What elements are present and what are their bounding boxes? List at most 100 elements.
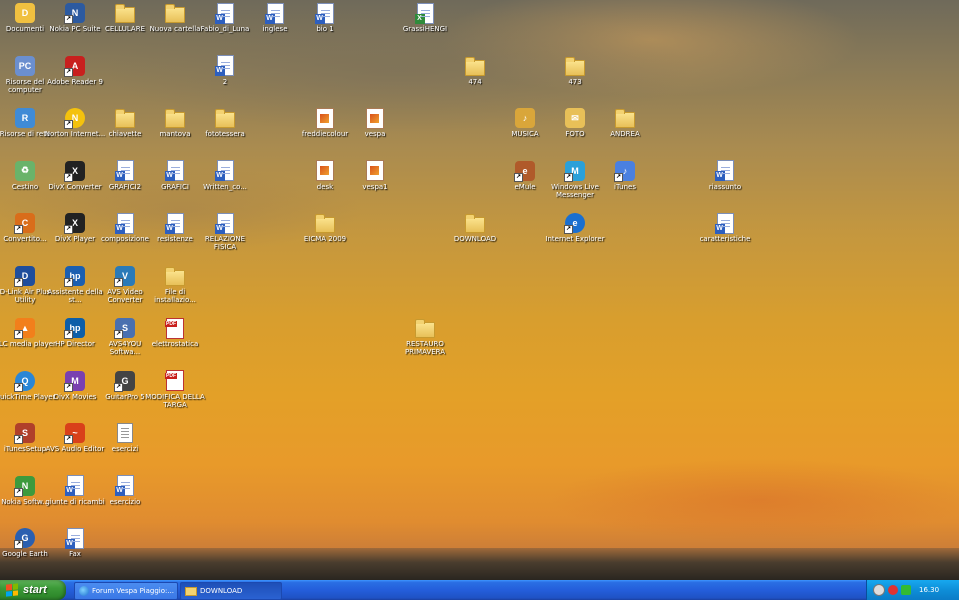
avs4you-icon: S ↗ bbox=[114, 317, 136, 339]
desktop-icon-label: esercizi bbox=[111, 445, 139, 453]
update-tray-icon[interactable] bbox=[901, 585, 911, 595]
desktop-icon-474[interactable]: 474 bbox=[443, 55, 507, 86]
desktop-icon-relazione-fisica[interactable]: W RELAZIONE FISICA bbox=[193, 212, 257, 251]
folder-icon bbox=[114, 107, 136, 129]
desktop-icon-fax[interactable]: W Fax bbox=[43, 527, 107, 558]
start-button-label: start bbox=[23, 584, 47, 596]
desktop-icon-file-di-installazio[interactable]: File di installazio... bbox=[143, 265, 207, 304]
desktop-icon-label: HP Director bbox=[55, 340, 95, 348]
desktop-icon-internet-explorer[interactable]: e ↗ Internet Explorer bbox=[543, 212, 607, 243]
folder-icon bbox=[464, 55, 486, 77]
desktop-icon-label: freddiecolour bbox=[301, 130, 349, 138]
folder-icon bbox=[614, 107, 636, 129]
desktop-icon-label: Written_co... bbox=[203, 182, 247, 191]
desktop-icon-label: elettrostatica bbox=[151, 340, 199, 348]
folder-icon bbox=[164, 265, 186, 287]
taskbar: start Forum Vespa Piaggio:... DOWNLOAD I… bbox=[0, 580, 959, 600]
desktop-icon-label: RESTAURO PRIMAVERA bbox=[404, 340, 446, 356]
desktop-icon-label: Convertito... bbox=[3, 235, 47, 243]
music-icon: ♪ bbox=[514, 107, 536, 129]
windows-logo-icon bbox=[6, 583, 18, 597]
desktop-icon-vespa[interactable]: vespa bbox=[343, 107, 407, 138]
desktop-icon-andrea[interactable]: ANDREA bbox=[593, 107, 657, 138]
quicktime-icon: Q ↗ bbox=[14, 370, 36, 392]
shortcut-arrow-icon: ↗ bbox=[14, 540, 23, 549]
folder-icon bbox=[164, 2, 186, 24]
desktop-icon-grassihengi[interactable]: X GrassiHENGI bbox=[393, 2, 457, 33]
emule-icon: e ↗ bbox=[514, 160, 536, 182]
shortcut-arrow-icon: ↗ bbox=[14, 330, 23, 339]
network-tray-icon[interactable] bbox=[873, 584, 885, 596]
word-document-icon: W bbox=[114, 212, 136, 234]
divx-icon: X ↗ bbox=[64, 160, 86, 182]
desktop-icon-label: esercizio bbox=[109, 497, 141, 506]
shortcut-arrow-icon: ↗ bbox=[64, 15, 73, 24]
desktop-icon-caratteristiche[interactable]: Wcaratteristiche bbox=[693, 212, 757, 243]
desktop-icon-adobe-reader-9[interactable]: A ↗ Adobe Reader 9 bbox=[43, 55, 107, 86]
desktop-icon-label: MODIFICA DELLA TARGA bbox=[145, 392, 205, 409]
shortcut-arrow-icon: ↗ bbox=[64, 435, 73, 444]
hpdir-icon: hp ↗ bbox=[64, 317, 86, 339]
desktop-icon-label: Documenti bbox=[5, 25, 45, 33]
system-tray: 16.30 bbox=[866, 580, 959, 600]
desktop-icon-2[interactable]: W2 bbox=[193, 55, 257, 86]
dlink-icon: D ↗ bbox=[14, 265, 36, 287]
desktop-icon-vespa1[interactable]: vespa1 bbox=[343, 160, 407, 191]
shortcut-arrow-icon: ↗ bbox=[14, 225, 23, 234]
desktop[interactable]: D Documenti N ↗ Nokia PC Suite CELLULARE Nuova… bbox=[0, 0, 959, 580]
desktop-icon-label: chiavette bbox=[108, 130, 142, 138]
start-button[interactable]: start bbox=[0, 580, 66, 600]
taskbar-button-label: Forum Vespa Piaggio:... bbox=[92, 587, 175, 595]
computer-icon: PC bbox=[14, 55, 36, 77]
desktop-icon-label: CELLULARE bbox=[104, 25, 146, 33]
desktop-icon-restauro-primavera[interactable]: RESTAURO PRIMAVERA bbox=[393, 317, 457, 356]
folder-icon bbox=[114, 2, 136, 24]
norton-icon: N ↗ bbox=[64, 107, 86, 129]
shortcut-arrow-icon: ↗ bbox=[64, 120, 73, 129]
desktop-icon-fototessera[interactable]: fototessera bbox=[193, 107, 257, 138]
adobe-icon: A ↗ bbox=[64, 55, 86, 77]
folder-icon bbox=[414, 317, 436, 339]
desktop-icon-elettrostatica[interactable]: elettrostatica bbox=[143, 317, 207, 348]
desktop-icon-label: Adobe Reader 9 bbox=[47, 77, 103, 86]
desktop-icon-esercizio[interactable]: Wesercizio bbox=[93, 475, 157, 506]
clock[interactable]: 16.30 bbox=[919, 586, 939, 594]
desktop-icon-label: iTunes bbox=[614, 182, 636, 191]
shortcut-arrow-icon: ↗ bbox=[64, 277, 73, 287]
desktop-icon-label: DivX Player bbox=[54, 235, 96, 243]
desktop-icon-label: Nokia Softw... bbox=[1, 497, 49, 506]
desktop-icon-473[interactable]: 473 bbox=[543, 55, 607, 86]
desktop-icon-esercizi[interactable]: esercizi bbox=[93, 422, 157, 453]
desktop-icon-label: Cestino bbox=[11, 182, 39, 191]
network-icon: R bbox=[14, 107, 36, 129]
desktop-icon-riassunto[interactable]: Wriassunto bbox=[693, 160, 757, 191]
desktop-icon-modifica-della-targa[interactable]: MODIFICA DELLA TARGA bbox=[143, 370, 207, 409]
desktop-icon-label: GuitarPro 5 bbox=[105, 392, 145, 401]
vlc-icon: ▲ ↗ bbox=[14, 317, 36, 339]
desktop-icon-label: iTunesSetup bbox=[3, 445, 47, 453]
desktop-icon-label: desk bbox=[316, 182, 334, 191]
desktop-icon-label: Internet Explorer bbox=[545, 235, 605, 243]
security-tray-icon[interactable] bbox=[888, 585, 898, 595]
folder-icon bbox=[564, 55, 586, 77]
nokiasoft-icon: N ↗ bbox=[14, 475, 36, 497]
guitar-icon: G ↗ bbox=[114, 370, 136, 392]
taskbar-button-download[interactable]: DOWNLOAD bbox=[180, 582, 282, 600]
desktop-icon-label: 2 bbox=[222, 77, 228, 86]
desktop-icon-written-co[interactable]: W Written_co... bbox=[193, 160, 257, 191]
word-document-icon: W bbox=[64, 475, 86, 497]
desktop-icon-itunes[interactable]: ♪ ↗ iTunes bbox=[593, 160, 657, 191]
messenger-icon: M ↗ bbox=[564, 160, 586, 182]
internet-explorer-icon bbox=[79, 586, 89, 596]
folder-icon bbox=[314, 212, 336, 234]
desktop-icon-label: 474 bbox=[468, 77, 482, 86]
desktop-icon-bio-1[interactable]: Wbio 1 bbox=[293, 2, 357, 33]
desktop-icon-eicma-2009[interactable]: EICMA 2009 bbox=[293, 212, 357, 243]
shortcut-arrow-icon: ↗ bbox=[14, 487, 23, 497]
shortcut-arrow-icon: ↗ bbox=[514, 172, 523, 182]
taskbar-button-forum-vespa[interactable]: Forum Vespa Piaggio:... bbox=[74, 582, 178, 600]
desktop-icon-label: fototessera bbox=[205, 130, 245, 138]
desktop-icon-download[interactable]: DOWNLOAD bbox=[443, 212, 507, 243]
word-document-icon: W bbox=[64, 527, 86, 549]
image-file-icon bbox=[314, 107, 336, 129]
